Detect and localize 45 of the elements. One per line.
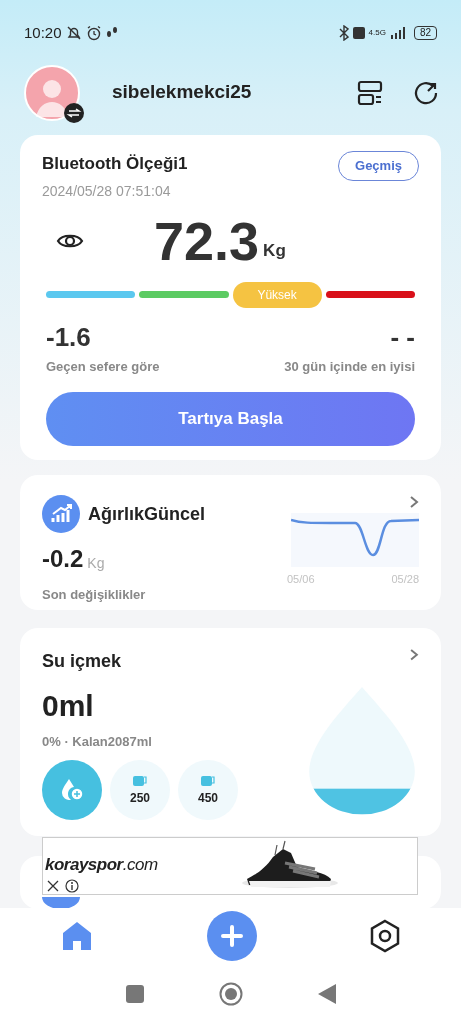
unit-label: Kg xyxy=(87,554,105,573)
alarm-icon xyxy=(85,25,102,41)
home-nav-icon[interactable] xyxy=(218,982,243,1006)
add-button[interactable] xyxy=(206,911,257,961)
water-summary: 0% · Kalan2087ml xyxy=(42,733,153,751)
unit-label: Kg xyxy=(263,240,286,262)
change-value: -1.6 xyxy=(46,320,92,354)
weight-value: 72.3 xyxy=(154,213,260,268)
recents-icon[interactable] xyxy=(125,985,144,1003)
network-text: 4.5G xyxy=(368,27,386,39)
best-value: - - xyxy=(389,320,415,354)
chevron-icon[interactable] xyxy=(409,495,419,509)
home-icon[interactable] xyxy=(60,919,94,953)
trend-value: -0.2 xyxy=(42,544,84,574)
username: sibelekmekci25 xyxy=(112,80,253,105)
device-name: Bluetooth Ölçeği1 xyxy=(42,153,189,175)
trend-chart-icon xyxy=(42,495,80,533)
cup-button[interactable]: 450 xyxy=(178,759,238,820)
water-amount: 0ml xyxy=(42,688,95,724)
trend-caption: Son değişiklikler xyxy=(42,586,147,604)
chevron-icon[interactable] xyxy=(409,648,419,662)
swap-icon[interactable] xyxy=(64,102,84,123)
axis-label: 05/28 xyxy=(391,572,419,587)
best-label: 30 gün içinde en iyisi xyxy=(284,357,415,376)
brand-logo: korayspor.com xyxy=(45,854,158,876)
close-icon[interactable] xyxy=(47,880,59,892)
info-icon[interactable] xyxy=(65,879,79,893)
settings-icon[interactable] xyxy=(369,919,401,953)
muted-bell-icon xyxy=(65,25,82,41)
trend-title: AğırlıkGüncel xyxy=(88,502,206,526)
water-title: Su içmek xyxy=(42,650,123,673)
clock-text: 10:20 xyxy=(24,22,62,43)
level-badge: Yüksek xyxy=(232,281,322,308)
change-label: Geçen sefere göre xyxy=(46,357,160,376)
refresh-icon[interactable] xyxy=(413,79,439,106)
battery-indicator: 82 xyxy=(413,26,437,40)
back-icon[interactable] xyxy=(317,984,336,1004)
cup-button[interactable]: 250 xyxy=(110,759,170,820)
timestamp: 2024/05/28 07:51:04 xyxy=(42,181,172,201)
bluetooth-icon xyxy=(338,25,349,41)
ad-banner[interactable]: korayspor.com xyxy=(42,837,418,895)
axis-label: 05/06 xyxy=(287,572,315,587)
signal-icon xyxy=(389,27,406,39)
layout-icon[interactable] xyxy=(357,79,383,106)
history-button[interactable]: Geçmiş xyxy=(338,151,419,181)
